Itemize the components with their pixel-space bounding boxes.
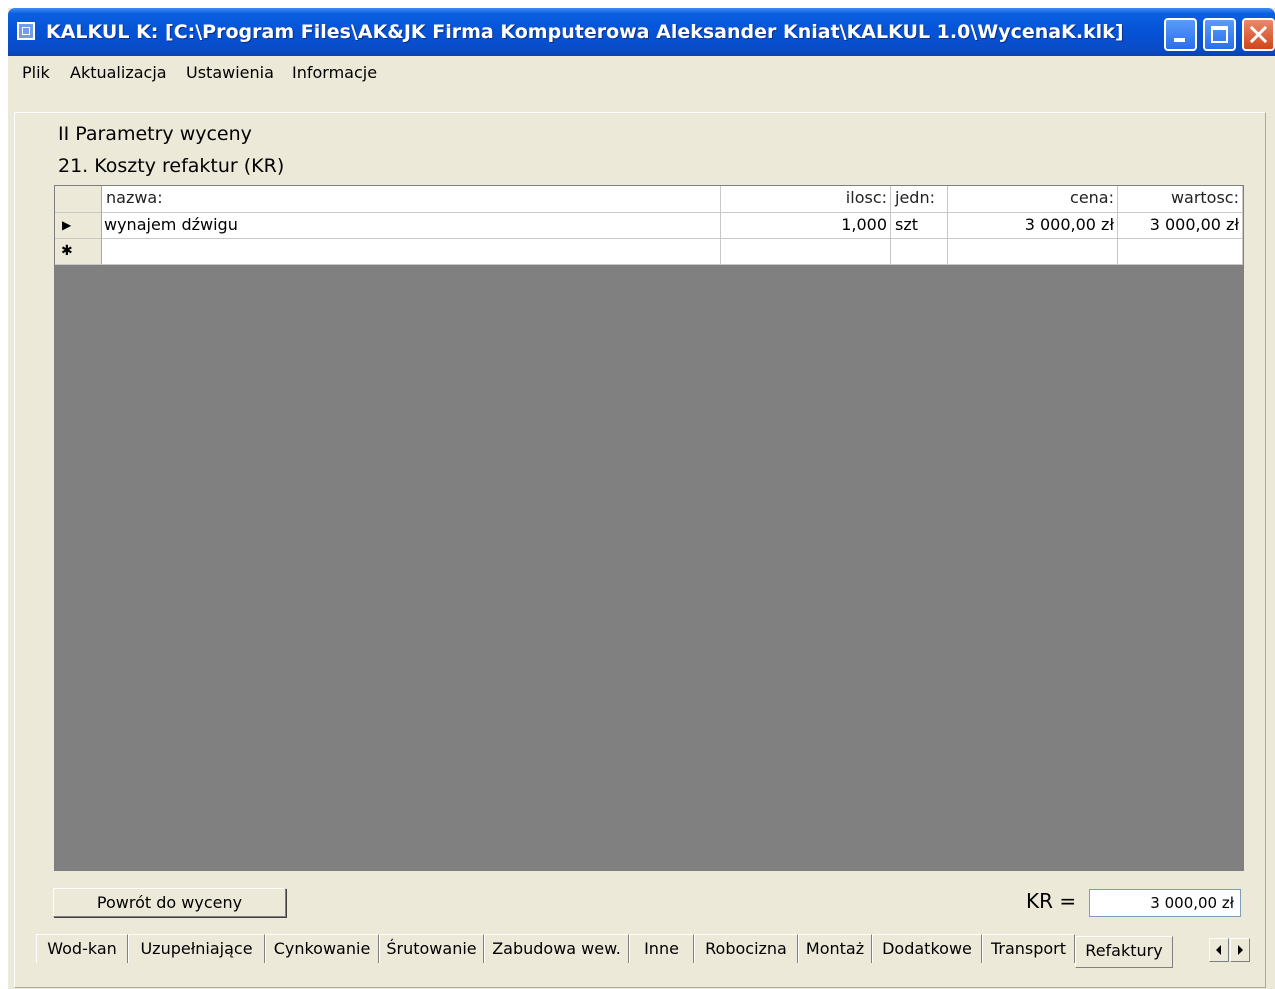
grid-header-row: nazwa: ilosc: jedn: cena: wartosc: [55, 186, 1243, 213]
new-cell-ilosc[interactable] [721, 239, 891, 265]
row-pointer-icon[interactable]: ▶ [55, 213, 102, 239]
tab-uzupelniajace[interactable]: Uzupełniające [128, 934, 265, 963]
new-cell-nazwa[interactable] [102, 239, 721, 265]
tab-inne[interactable]: Inne [629, 934, 694, 963]
kr-value-field: 3 000,00 zł [1089, 889, 1241, 917]
cell-jedn[interactable]: szt [891, 213, 948, 239]
close-button[interactable] [1242, 18, 1275, 51]
menu-plik[interactable]: Plik [22, 63, 50, 82]
cell-ilosc[interactable]: 1,000 [721, 213, 891, 239]
menu-ustawienia[interactable]: Ustawienia [186, 63, 274, 82]
subsection-title: 21. Koszty refaktur (KR) [58, 155, 285, 177]
tab-srutowanie[interactable]: Śrutowanie [379, 934, 484, 963]
close-icon [1249, 25, 1268, 44]
back-to-valuation-button[interactable]: Powrót do wyceny [53, 888, 286, 917]
kr-label: KR = [1026, 889, 1077, 913]
arrow-left-icon [1216, 945, 1221, 955]
tab-transport[interactable]: Transport [982, 934, 1075, 963]
minimize-button[interactable] [1164, 18, 1197, 51]
maximize-button[interactable] [1203, 18, 1236, 51]
tab-robocizna[interactable]: Robocizna [694, 934, 798, 963]
menu-bar: Plik Aktualizacja Ustawienia Informacje [8, 56, 1275, 86]
new-cell-wartosc[interactable] [1118, 239, 1243, 265]
tab-cynkowanie[interactable]: Cynkowanie [265, 934, 379, 963]
tab-refaktury[interactable]: Refaktury [1075, 936, 1173, 968]
tab-scroll-left-button[interactable] [1209, 938, 1229, 962]
new-cell-cena[interactable] [948, 239, 1118, 265]
title-bar[interactable]: KALKUL K: [C:\Program Files\AK&JK Firma … [8, 8, 1275, 56]
tab-dodatkowe[interactable]: Dodatkowe [872, 934, 982, 963]
column-header-ilosc[interactable]: ilosc: [721, 186, 891, 213]
column-header-cena[interactable]: cena: [948, 186, 1118, 213]
data-grid[interactable]: nazwa: ilosc: jedn: cena: wartosc: ▶ wyn… [54, 185, 1244, 871]
tab-strip: Wod-kan Uzupełniające Cynkowanie Śrutowa… [36, 932, 1266, 972]
tab-montaz[interactable]: Montaż [798, 934, 872, 963]
app-window-icon[interactable] [17, 22, 35, 40]
arrow-right-icon [1238, 945, 1243, 955]
cell-cena[interactable]: 3 000,00 zł [948, 213, 1118, 239]
tab-wod-kan[interactable]: Wod-kan [36, 934, 128, 963]
table-row[interactable]: ▶ wynajem dźwigu 1,000 szt 3 000,00 zł 3… [55, 213, 1243, 239]
menu-aktualizacja[interactable]: Aktualizacja [70, 63, 167, 82]
new-row[interactable]: ✱ [55, 239, 1243, 265]
application-window: KALKUL K: [C:\Program Files\AK&JK Firma … [8, 8, 1275, 989]
window-title: KALKUL K: [C:\Program Files\AK&JK Firma … [46, 21, 1124, 43]
column-header-nazwa[interactable]: nazwa: [102, 186, 721, 213]
menu-informacje[interactable]: Informacje [292, 63, 377, 82]
header-corner [55, 186, 102, 213]
tab-zabudowa-wew[interactable]: Zabudowa wew. [484, 934, 629, 963]
new-cell-jedn[interactable] [891, 239, 948, 265]
column-header-jedn[interactable]: jedn: [891, 186, 948, 213]
cell-nazwa[interactable]: wynajem dźwigu [102, 213, 721, 239]
section-title: II Parametry wyceny [58, 123, 252, 145]
cell-wartosc[interactable]: 3 000,00 zł [1118, 213, 1243, 239]
new-row-asterisk-icon[interactable]: ✱ [55, 239, 102, 265]
column-header-wartosc[interactable]: wartosc: [1118, 186, 1243, 213]
tab-scroll-right-button[interactable] [1230, 938, 1250, 962]
